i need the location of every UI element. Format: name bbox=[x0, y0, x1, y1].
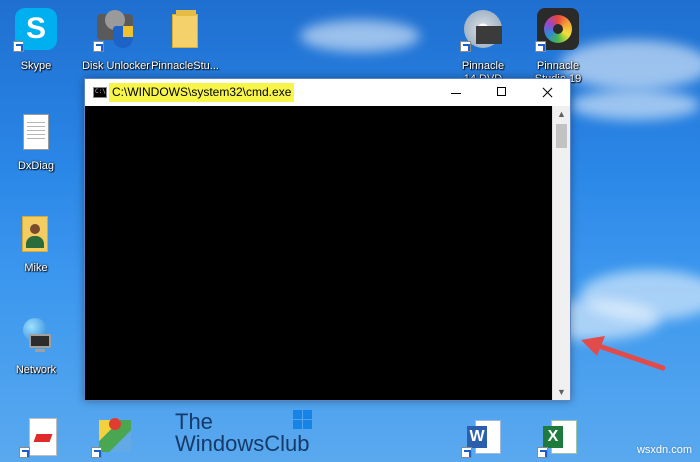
desktop-icon-mike[interactable]: Mike bbox=[4, 214, 68, 274]
scrollbar-thumb[interactable] bbox=[556, 124, 567, 148]
shortcut-arrow-icon bbox=[460, 41, 471, 52]
pdf-icon bbox=[19, 414, 63, 458]
watermark: The WindowsClub bbox=[175, 410, 325, 458]
cloud bbox=[570, 90, 700, 120]
maximize-icon bbox=[497, 87, 506, 96]
shortcut-arrow-icon bbox=[13, 41, 24, 52]
desktop-icon-word[interactable]: W bbox=[452, 414, 516, 458]
shortcut-arrow-icon bbox=[91, 447, 102, 458]
scroll-up-arrow-icon[interactable]: ▲ bbox=[553, 106, 570, 122]
disk-unlocker-icon bbox=[93, 8, 137, 52]
shortcut-arrow-icon bbox=[537, 447, 548, 458]
scroll-down-arrow-icon[interactable]: ▼ bbox=[553, 384, 570, 400]
icon-label: PinnacleStu... bbox=[151, 60, 219, 72]
icon-label: DxDiag bbox=[17, 160, 55, 172]
red-arrow-annotation bbox=[581, 336, 666, 371]
network-icon bbox=[15, 316, 57, 358]
shortcut-arrow-icon bbox=[19, 447, 30, 458]
excel-icon: X bbox=[537, 414, 581, 458]
minimize-button[interactable] bbox=[433, 79, 479, 106]
maximize-button[interactable] bbox=[479, 79, 525, 106]
vertical-scrollbar[interactable]: ▲ ▼ bbox=[552, 106, 570, 400]
desktop-icon-excel[interactable]: X bbox=[528, 414, 592, 458]
icon-label: Network bbox=[15, 364, 57, 376]
desktop-icon-maps[interactable] bbox=[82, 414, 146, 458]
desktop-icon-disk-unlocker[interactable]: Disk Unlocker bbox=[82, 8, 150, 72]
close-button[interactable] bbox=[525, 79, 571, 106]
icon-label: Mike bbox=[24, 262, 48, 274]
cmd-icon bbox=[93, 87, 107, 98]
maps-icon bbox=[91, 414, 135, 458]
watermark-line2: WindowsClub bbox=[175, 431, 310, 456]
desktop-icon-pinnacle-dvd[interactable]: Pinnacle 14 DVD bbox=[451, 8, 515, 85]
cmd-window[interactable]: C:\WINDOWS\system32\cmd.exe ▲ ▼ bbox=[84, 78, 571, 401]
desktop-icon-pdf[interactable] bbox=[10, 414, 74, 458]
word-icon: W bbox=[461, 414, 505, 458]
shortcut-arrow-icon bbox=[461, 447, 472, 458]
pinnacle-dvd-icon bbox=[460, 8, 504, 52]
user-folder-icon bbox=[15, 214, 57, 256]
folder-icon bbox=[164, 8, 206, 50]
desktop-icon-network[interactable]: Network bbox=[4, 316, 68, 376]
site-watermark: wsxdn.com bbox=[636, 444, 692, 456]
close-icon bbox=[525, 79, 571, 106]
title-bar[interactable]: C:\WINDOWS\system32\cmd.exe bbox=[85, 79, 570, 106]
desktop-icon-pinnacle-studio[interactable]: Pinnacle Studio 19 bbox=[526, 8, 590, 85]
skype-icon: S bbox=[13, 8, 57, 52]
shortcut-arrow-icon bbox=[93, 41, 104, 52]
window-title: C:\WINDOWS\system32\cmd.exe bbox=[109, 83, 295, 102]
shortcut-arrow-icon bbox=[535, 41, 546, 52]
pinnacle-studio-icon bbox=[535, 8, 579, 52]
windows-logo-icon bbox=[293, 410, 313, 430]
cloud bbox=[300, 20, 420, 52]
desktop-icon-dxdiag[interactable]: DxDiag bbox=[4, 112, 68, 172]
console-output-area[interactable] bbox=[85, 106, 553, 400]
desktop-icon-skype[interactable]: S Skype bbox=[4, 8, 68, 72]
icon-label: Skype bbox=[20, 60, 52, 72]
document-icon bbox=[15, 112, 57, 154]
icon-label: Disk Unlocker bbox=[82, 60, 150, 72]
desktop-icon-pinnaclestudio-folder[interactable]: PinnacleStu... bbox=[151, 8, 219, 72]
minimize-icon bbox=[451, 93, 461, 94]
